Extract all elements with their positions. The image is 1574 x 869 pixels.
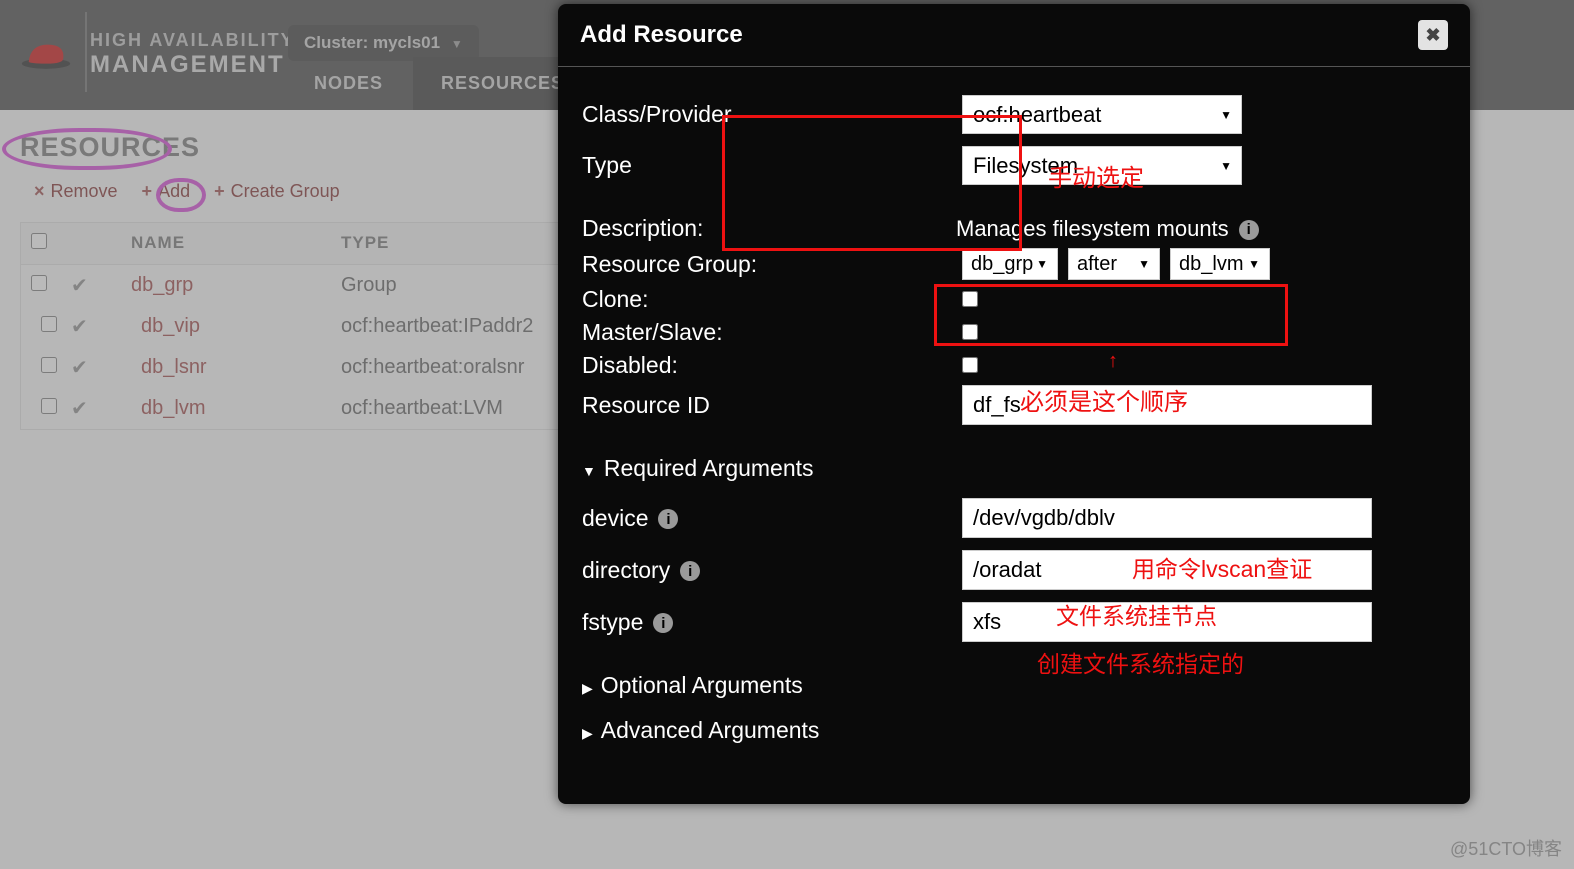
resource-name[interactable]: db_lsnr xyxy=(131,356,341,379)
label-fstype: fstypei xyxy=(582,609,962,636)
table-row[interactable]: ✔ db_lsnr ocf:heartbeat:oralsnr xyxy=(21,347,619,388)
brand-line1: HIGH AVAILABILITY xyxy=(90,30,295,52)
optional-arguments-toggle[interactable]: ▶ Optional Arguments xyxy=(582,672,1446,699)
value-description: Manages filesystem mounts i xyxy=(956,216,1446,242)
select-after-resource[interactable]: db_lvm xyxy=(1170,248,1270,280)
required-arguments-toggle[interactable]: ▼ Required Arguments xyxy=(582,455,1446,482)
label-class-provider: Class/Provider xyxy=(582,101,962,128)
resource-name[interactable]: db_lvm xyxy=(131,397,341,420)
info-icon[interactable]: i xyxy=(653,613,673,633)
watermark: @51CTO博客 xyxy=(1450,835,1562,861)
row-checkbox[interactable] xyxy=(41,357,57,373)
input-directory[interactable] xyxy=(962,550,1372,590)
checkbox-clone[interactable] xyxy=(962,291,978,307)
row-fstype: fstypei xyxy=(582,602,1446,642)
close-button[interactable]: ✖ xyxy=(1418,20,1448,50)
logo-area: HIGH AVAILABILITY MANAGEMENT xyxy=(0,0,295,110)
label-clone: Clone: xyxy=(582,286,962,313)
row-checkbox[interactable] xyxy=(41,398,57,414)
checkbox-disabled[interactable] xyxy=(962,357,978,373)
row-disabled: Disabled: xyxy=(582,352,1446,379)
highlight-resources xyxy=(2,128,172,170)
triangle-right-icon: ▶ xyxy=(582,725,593,742)
tab-nodes[interactable]: NODES xyxy=(286,57,411,110)
label-disabled: Disabled: xyxy=(582,352,962,379)
info-icon[interactable]: i xyxy=(1239,220,1259,240)
plus-icon: + xyxy=(142,181,153,201)
table-row[interactable]: ✔ db_lvm ocf:heartbeat:LVM xyxy=(21,388,619,429)
row-type: Type Filesystem xyxy=(582,146,1446,185)
remove-button[interactable]: × Remove xyxy=(34,181,118,202)
table-header: NAME TYPE xyxy=(21,223,619,265)
label-resource-group: Resource Group: xyxy=(582,251,962,278)
caret-down-icon: ▼ xyxy=(451,37,463,51)
modal-body: Class/Provider ocf:heartbeat Type Filesy… xyxy=(558,67,1470,770)
input-fstype[interactable] xyxy=(962,602,1372,642)
select-type[interactable]: Filesystem xyxy=(962,146,1242,185)
table-row[interactable]: ✔ db_grp Group xyxy=(21,265,619,306)
cluster-label: Cluster: mycls01 xyxy=(304,33,440,52)
row-description: Description: Manages filesystem mounts i xyxy=(582,215,1446,242)
modal-header: Add Resource ✖ xyxy=(558,4,1470,67)
select-all-checkbox[interactable] xyxy=(31,233,47,249)
redhat-icon xyxy=(20,36,72,74)
label-description: Description: xyxy=(582,215,962,242)
advanced-arguments-toggle[interactable]: ▶ Advanced Arguments xyxy=(582,717,1446,744)
row-device: devicei xyxy=(582,498,1446,538)
divider xyxy=(85,12,87,92)
table-row[interactable]: ✔ db_vip ocf:heartbeat:IPaddr2 xyxy=(21,306,619,347)
advanced-args-label: Advanced Arguments xyxy=(601,717,820,743)
input-device[interactable] xyxy=(962,498,1372,538)
desc-text: Manages filesystem mounts xyxy=(956,216,1229,241)
plus-icon: + xyxy=(214,181,225,201)
check-icon: ✔ xyxy=(71,273,131,298)
resource-name[interactable]: db_vip xyxy=(131,315,341,338)
triangle-right-icon: ▶ xyxy=(582,680,593,697)
highlight-add xyxy=(156,178,206,212)
check-icon: ✔ xyxy=(71,355,131,380)
label-device: devicei xyxy=(582,505,962,532)
cluster-selector[interactable]: Cluster: mycls01 ▼ xyxy=(288,25,479,61)
modal-title: Add Resource xyxy=(580,21,743,49)
info-icon[interactable]: i xyxy=(680,561,700,581)
brand-line2: MANAGEMENT xyxy=(90,51,295,80)
row-master-slave: Master/Slave: xyxy=(582,319,1446,346)
row-checkbox[interactable] xyxy=(41,316,57,332)
create-group-label: Create Group xyxy=(231,181,340,201)
select-class-provider[interactable]: ocf:heartbeat xyxy=(962,95,1242,134)
brand-text: HIGH AVAILABILITY MANAGEMENT xyxy=(90,30,295,80)
resource-table: NAME TYPE ✔ db_grp Group ✔ db_vip ocf:he… xyxy=(20,222,620,430)
info-icon[interactable]: i xyxy=(658,509,678,529)
required-args-label: Required Arguments xyxy=(604,455,814,481)
select-position[interactable]: after xyxy=(1068,248,1160,280)
close-icon: ✖ xyxy=(1425,25,1440,46)
row-directory: directoryi xyxy=(582,550,1446,590)
x-icon: × xyxy=(34,181,45,201)
row-class-provider: Class/Provider ocf:heartbeat xyxy=(582,95,1446,134)
resource-name[interactable]: db_grp xyxy=(131,274,341,297)
col-name: NAME xyxy=(131,233,341,254)
check-icon: ✔ xyxy=(71,314,131,339)
label-directory: directoryi xyxy=(582,557,962,584)
checkbox-master-slave[interactable] xyxy=(962,324,978,340)
add-resource-modal: Add Resource ✖ Class/Provider ocf:heartb… xyxy=(558,4,1470,804)
tabbar: NODES RESOURCES xyxy=(286,57,592,110)
label-resource-id: Resource ID xyxy=(582,392,962,419)
label-master-slave: Master/Slave: xyxy=(582,319,962,346)
triangle-down-icon: ▼ xyxy=(582,463,596,479)
row-clone: Clone: xyxy=(582,286,1446,313)
input-resource-id[interactable] xyxy=(962,385,1372,425)
row-resource-id: Resource ID xyxy=(582,385,1446,425)
row-resource-group: Resource Group: db_grp after db_lvm xyxy=(582,248,1446,280)
create-group-button[interactable]: + Create Group xyxy=(214,181,340,202)
select-resource-group[interactable]: db_grp xyxy=(962,248,1058,280)
optional-args-label: Optional Arguments xyxy=(601,672,803,698)
row-checkbox[interactable] xyxy=(31,275,47,291)
label-type: Type xyxy=(582,152,962,179)
remove-label: Remove xyxy=(51,181,118,201)
check-icon: ✔ xyxy=(71,396,131,421)
